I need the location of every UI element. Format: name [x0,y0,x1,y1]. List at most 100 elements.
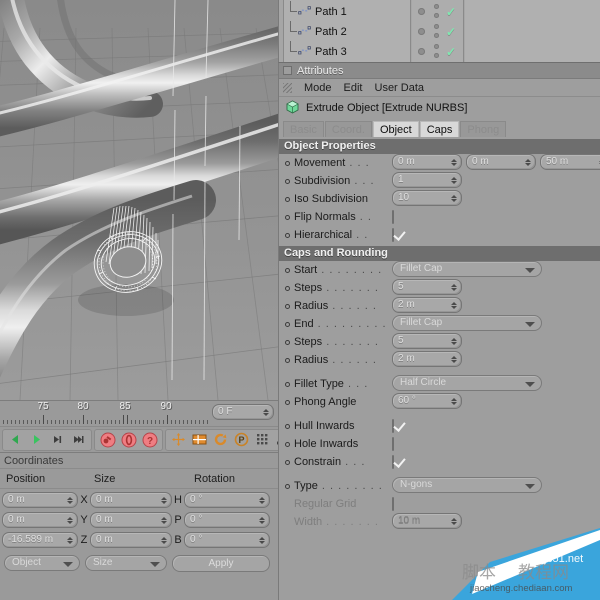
menu-user-data[interactable]: User Data [375,82,425,94]
play-back-icon[interactable] [6,430,25,449]
checkbox[interactable] [392,497,394,511]
object-tag-row[interactable]: ✓ [412,22,463,42]
visibility-render-dot-bottom[interactable] [434,53,439,58]
record-keyframe-icon[interactable] [98,430,117,449]
object-tag-row[interactable]: ✓ [412,42,463,62]
spinner-icon[interactable] [449,156,458,169]
spinner-icon[interactable] [65,534,74,547]
spinner-icon[interactable] [65,494,74,507]
panel-menu-icon[interactable] [283,66,292,75]
tab-object[interactable]: Object [372,121,419,137]
timeline-ruler[interactable]: 75 80 85 90 0 F [0,400,278,426]
chevron-down-icon[interactable] [63,562,73,567]
go-to-end-icon[interactable] [69,430,88,449]
property-toggle-dot[interactable] [285,196,290,202]
property-toggle-dot[interactable] [285,339,290,345]
points-icon[interactable] [253,430,272,449]
property-toggle-dot[interactable] [285,214,290,220]
property-toggle-dot[interactable] [285,423,290,429]
position-z-input[interactable]: -16.589 m [2,532,78,548]
coord-mode-dropdown[interactable]: Object [4,555,80,571]
property-toggle-dot[interactable] [285,381,290,387]
viewport-3d[interactable] [0,0,278,400]
spinner-icon[interactable] [449,174,458,187]
checkbox[interactable] [392,210,394,224]
current-frame-input[interactable]: 0 F [212,404,274,420]
numeric-input[interactable]: 0 m [466,153,536,170]
property-toggle-dot[interactable] [285,357,290,363]
object-manager-blank-area[interactable] [465,0,600,62]
coord-size-dropdown[interactable]: Size [85,555,167,571]
spinner-icon[interactable] [449,515,458,528]
spinner-icon[interactable] [159,514,168,527]
object-tree[interactable]: Path 1 Path 2 Path 3 [283,0,411,62]
keyframe-selection-icon[interactable]: ? [140,430,159,449]
property-toggle-dot[interactable] [285,285,290,291]
dropdown[interactable]: Fillet Cap [392,314,542,331]
chevron-down-icon[interactable] [525,267,535,273]
drag-gripper-icon[interactable] [283,82,292,93]
rotation-b-input[interactable]: 0 ° [184,532,270,548]
spinner-icon[interactable] [449,299,458,312]
checkbox[interactable] [392,455,394,469]
spinner-icon[interactable] [257,494,266,507]
object-tree-item[interactable]: Path 3 [284,41,410,62]
spinner-icon[interactable] [449,353,458,366]
tab-caps[interactable]: Caps [419,121,460,137]
size-y-input[interactable]: 0 m [90,512,172,528]
object-tree-item[interactable]: Path 2 [284,21,410,42]
property-toggle-dot[interactable] [285,441,290,447]
tab-basic[interactable]: Basic [283,121,324,137]
frame-ruler[interactable]: 75 80 85 90 [0,401,208,427]
property-toggle-dot[interactable] [285,483,290,489]
attribute-menubar[interactable]: Mode Edit User Data [279,79,600,97]
object-tags-column[interactable]: ✓ ✓ ✓ [412,0,464,62]
property-toggle-dot[interactable] [285,267,290,273]
visibility-editor-dot[interactable] [418,8,425,15]
attribute-tabs[interactable]: Basic Coord. Object Caps Phong [279,119,600,137]
rotation-p-input[interactable]: 0 ° [184,512,270,528]
menu-edit[interactable]: Edit [344,82,363,94]
visibility-editor-dot[interactable] [418,28,425,35]
size-x-input[interactable]: 0 m [90,492,172,508]
spinner-icon[interactable] [449,281,458,294]
chevron-down-icon[interactable] [150,562,160,567]
chevron-down-icon[interactable] [525,483,535,489]
spinner-icon[interactable] [449,395,458,408]
step-forward-icon[interactable] [48,430,67,449]
spinner-icon[interactable] [523,156,532,169]
enable-check-icon[interactable]: ✓ [446,46,456,58]
object-tag-row[interactable]: ✓ [412,2,463,22]
property-toggle-dot[interactable] [285,303,290,309]
dropdown[interactable]: N-gons [392,476,542,493]
property-toggle-dot[interactable] [285,160,290,166]
visibility-editor-dot[interactable] [418,48,425,55]
property-toggle-dot[interactable] [285,399,290,405]
visibility-render-dot-bottom[interactable] [434,33,439,38]
numeric-input[interactable]: 5 [392,332,462,349]
numeric-input[interactable]: 5 [392,278,462,295]
rotation-h-input[interactable]: 0 ° [184,492,270,508]
checkbox[interactable] [392,419,394,433]
animation-toolbar[interactable]: ? P [0,426,318,452]
numeric-input[interactable]: 10 [392,189,462,206]
checkbox[interactable] [392,437,394,451]
property-toggle-dot[interactable] [285,459,290,465]
current-frame-field[interactable]: 0 F [212,404,274,422]
spinner-icon[interactable] [449,192,458,205]
dropdown[interactable]: Fillet Cap [392,260,542,277]
enable-check-icon[interactable]: ✓ [446,6,456,18]
numeric-input[interactable]: 2 m [392,296,462,313]
numeric-input[interactable]: 60 ° [392,392,462,409]
numeric-input[interactable]: 50 m [540,153,600,170]
chevron-down-icon[interactable] [525,381,535,387]
position-x-input[interactable]: 0 m [2,492,78,508]
record-group[interactable]: ? [94,428,163,451]
spinner-icon[interactable] [261,406,270,419]
numeric-input[interactable]: 10 m [392,512,462,529]
checkbox[interactable] [392,228,394,242]
move-tool-icon[interactable] [169,430,188,449]
visibility-render-dot-top[interactable] [434,24,439,29]
tab-coord[interactable]: Coord. [324,121,372,137]
transport-group[interactable] [2,428,92,451]
